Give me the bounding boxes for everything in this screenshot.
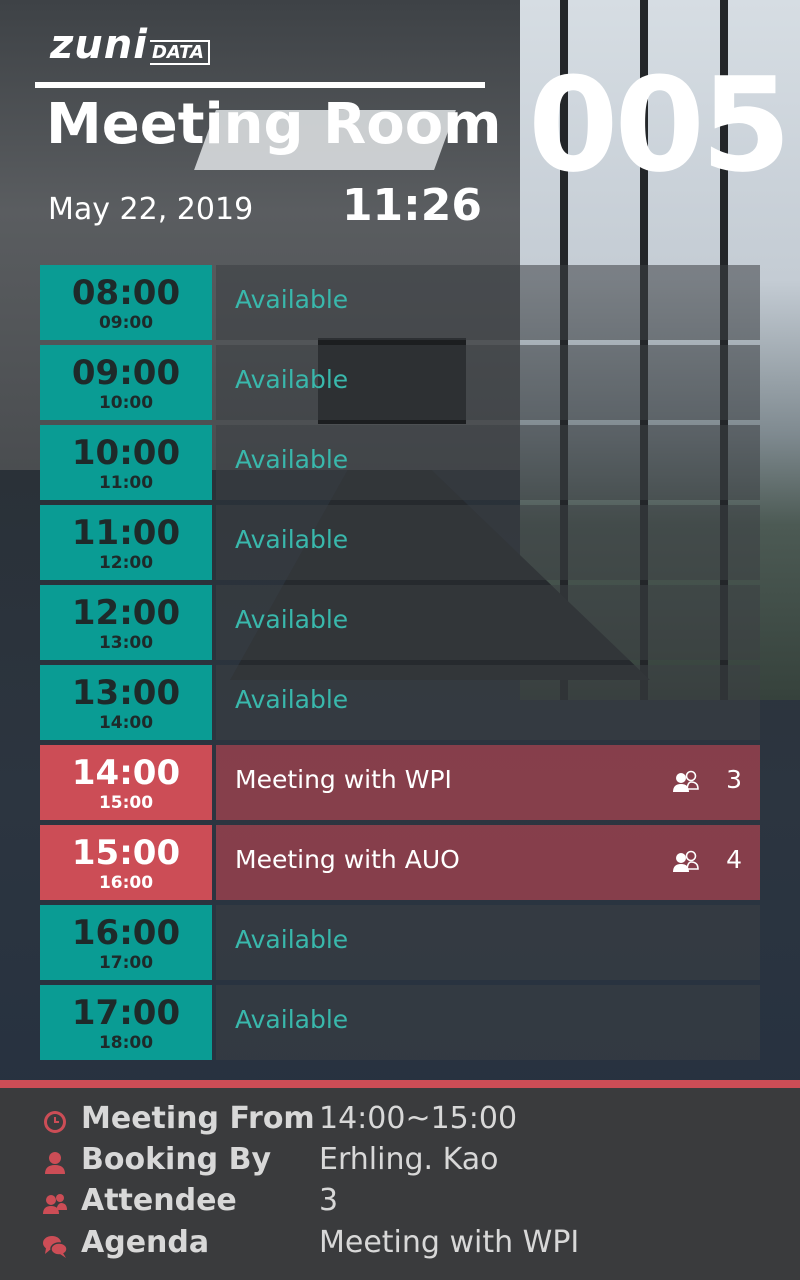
booking-by-value: Erhling. Kao <box>319 1142 499 1177</box>
meeting-from-label: Meeting From <box>81 1101 315 1136</box>
brand-logo: zuni DATA <box>50 22 210 72</box>
slot-end-time: 09:00 <box>98 313 154 333</box>
schedule-slot[interactable]: 09:00 10:00 Available <box>40 345 760 420</box>
agenda-value: Meeting with WPI <box>319 1225 580 1260</box>
slot-time: 13:00 14:00 <box>40 665 212 740</box>
slot-start-time: 16:00 <box>71 913 181 953</box>
slot-time: 16:00 17:00 <box>40 905 212 980</box>
slot-end-time: 14:00 <box>98 713 154 733</box>
slot-end-time: 18:00 <box>98 1033 154 1053</box>
slot-time: 17:00 18:00 <box>40 985 212 1060</box>
slot-end-time: 11:00 <box>98 473 154 493</box>
slot-start-time: 09:00 <box>71 353 181 393</box>
slot-label: Available <box>235 365 349 394</box>
slot-info: Available <box>216 505 760 580</box>
people-icon <box>43 1194 67 1214</box>
slot-label: Available <box>235 285 349 314</box>
attendee-count: 4 <box>726 845 742 874</box>
slot-label: Available <box>235 685 349 714</box>
person-icon <box>45 1152 65 1174</box>
chat-icon <box>43 1236 68 1258</box>
slot-start-time: 17:00 <box>71 993 181 1033</box>
header-divider <box>35 82 485 88</box>
slot-end-time: 17:00 <box>98 953 154 973</box>
slot-start-time: 13:00 <box>71 673 181 713</box>
slot-label: Meeting with WPI <box>235 765 452 794</box>
slot-time: 12:00 13:00 <box>40 585 212 660</box>
slot-end-time: 10:00 <box>98 393 154 413</box>
detail-row-booking-by: Booking By Erhling. Kao <box>42 1142 782 1182</box>
schedule-slot[interactable]: 14:00 15:00 Meeting with WPI 3 <box>40 745 760 820</box>
slot-start-time: 14:00 <box>71 753 181 793</box>
slot-info: Meeting with AUO 4 <box>216 825 760 900</box>
slot-time: 14:00 15:00 <box>40 745 212 820</box>
current-time: 11:26 <box>341 180 482 231</box>
slot-end-time: 16:00 <box>98 873 154 893</box>
detail-row-meeting-from: Meeting From 14:00~15:00 <box>42 1101 782 1141</box>
clock-icon <box>44 1111 66 1133</box>
slot-end-time: 13:00 <box>98 633 154 653</box>
slot-label: Available <box>235 1005 349 1034</box>
slot-info: Available <box>216 585 760 660</box>
schedule-slot[interactable]: 10:00 11:00 Available <box>40 425 760 500</box>
slot-time: 08:00 09:00 <box>40 265 212 340</box>
room-number: 005 <box>528 49 791 201</box>
current-date: May 22, 2019 <box>48 192 254 227</box>
slot-start-time: 10:00 <box>71 433 181 473</box>
slot-info: Available <box>216 985 760 1060</box>
slot-start-time: 08:00 <box>71 273 181 313</box>
detail-row-agenda: Agenda Meeting with WPI <box>42 1225 782 1265</box>
schedule-slot[interactable]: 13:00 14:00 Available <box>40 665 760 740</box>
meeting-from-value: 14:00~15:00 <box>319 1101 518 1136</box>
schedule-slot[interactable]: 11:00 12:00 Available <box>40 505 760 580</box>
attendee-value: 3 <box>319 1183 339 1218</box>
slot-info: Meeting with WPI 3 <box>216 745 760 820</box>
schedule-slot[interactable]: 08:00 09:00 Available <box>40 265 760 340</box>
slot-label: Available <box>235 525 349 554</box>
slot-time: 15:00 16:00 <box>40 825 212 900</box>
meeting-details-panel: Meeting From 14:00~15:00 Booking By Erhl… <box>0 1080 800 1280</box>
schedule-slot[interactable]: 15:00 16:00 Meeting with AUO 4 <box>40 825 760 900</box>
agenda-label: Agenda <box>81 1225 210 1260</box>
schedule-slot[interactable]: 17:00 18:00 Available <box>40 985 760 1060</box>
slot-label: Meeting with AUO <box>235 845 460 874</box>
booking-by-label: Booking By <box>81 1142 272 1177</box>
schedule-list: 08:00 09:00 Available 09:00 10:00 Available 10… <box>40 265 760 1065</box>
slot-time: 11:00 12:00 <box>40 505 212 580</box>
slot-info: Available <box>216 425 760 500</box>
schedule-slot[interactable]: 12:00 13:00 Available <box>40 585 760 660</box>
logo-sub: DATA <box>149 40 210 65</box>
slot-start-time: 15:00 <box>71 833 181 873</box>
slot-info: Available <box>216 265 760 340</box>
slot-info: Available <box>216 665 760 740</box>
slot-label: Available <box>235 925 349 954</box>
detail-row-attendee: Attendee 3 <box>42 1183 782 1223</box>
slot-end-time: 12:00 <box>98 553 154 573</box>
panel-accent-line <box>0 1080 800 1088</box>
schedule-slot[interactable]: 16:00 17:00 Available <box>40 905 760 980</box>
slot-label: Available <box>235 605 349 634</box>
logo-main: zuni <box>50 22 148 68</box>
slot-info: Available <box>216 905 760 980</box>
slot-label: Available <box>235 445 349 474</box>
slot-start-time: 12:00 <box>71 593 181 633</box>
attendee-label: Attendee <box>81 1183 237 1218</box>
slot-time: 10:00 11:00 <box>40 425 212 500</box>
slot-start-time: 11:00 <box>71 513 181 553</box>
slot-time: 09:00 10:00 <box>40 345 212 420</box>
attendees-icon <box>673 770 699 792</box>
room-title: Meeting Room <box>46 92 502 157</box>
attendee-count: 3 <box>726 765 742 794</box>
slot-end-time: 15:00 <box>98 793 154 813</box>
attendees-icon <box>673 850 699 872</box>
slot-info: Available <box>216 345 760 420</box>
